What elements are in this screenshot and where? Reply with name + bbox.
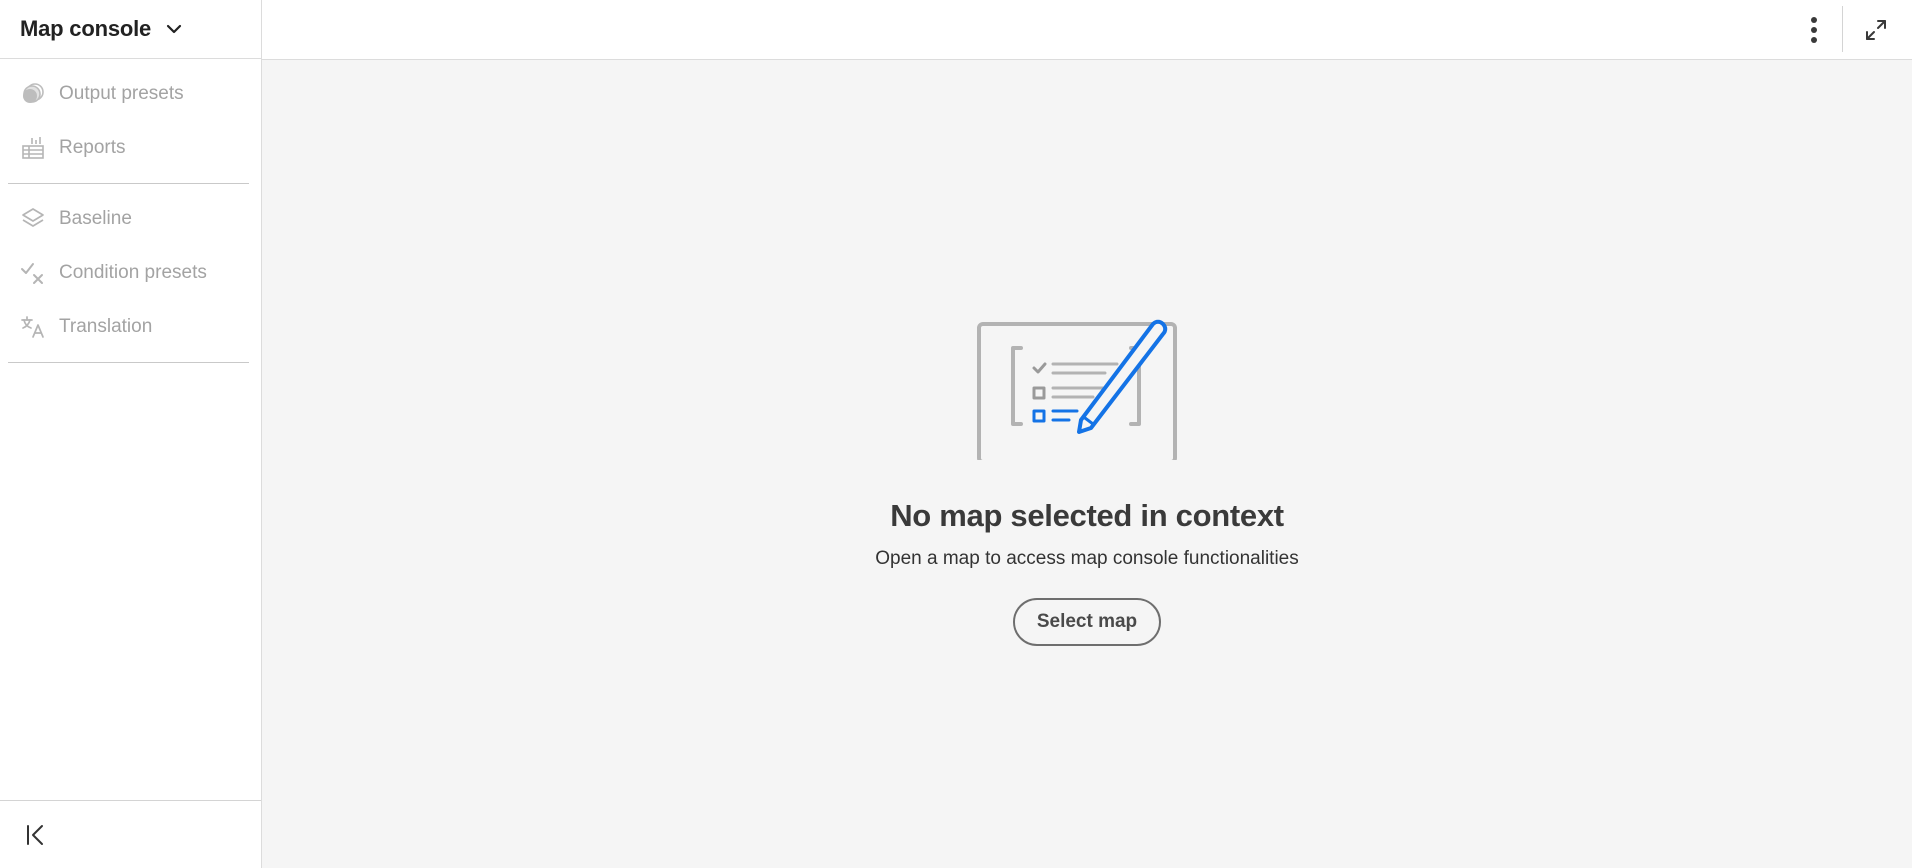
condition-icon [20,260,46,286]
sidebar-group-2: Baseline Condition presets Translation [0,184,261,362]
sidebar-divider [8,362,249,363]
more-vertical-icon[interactable] [1792,8,1836,52]
sidebar-item-condition-presets[interactable]: Condition presets [0,246,261,300]
collapse-left-icon[interactable] [20,820,50,850]
sidebar-item-reports[interactable]: Reports [0,121,261,175]
sidebar-item-label: Output presets [59,83,184,104]
map-console-dropdown[interactable]: Map console [0,0,261,59]
sidebar-item-translation[interactable]: Translation [0,300,261,354]
sidebar-footer [0,800,261,868]
checklist-pen-illustration [977,310,1197,464]
sidebar-group-1: Output presets Reports [0,59,261,183]
reports-icon [20,135,46,161]
sidebar-item-output-presets[interactable]: Output presets [0,67,261,121]
sidebar-item-label: Reports [59,137,126,158]
translate-icon [20,314,46,340]
sidebar-item-label: Baseline [59,208,132,229]
sidebar-item-label: Condition presets [59,262,207,283]
empty-state: No map selected in context Open a map to… [262,310,1912,646]
empty-state-description: Open a map to access map console functio… [875,548,1299,569]
main-content: No map selected in context Open a map to… [262,60,1912,868]
expand-icon[interactable] [1856,10,1896,50]
toolbar-divider [1842,6,1843,52]
sidebar: Map console Output presets Reports Basel… [0,0,262,868]
empty-state-title: No map selected in context [890,498,1284,533]
layers-icon [20,206,46,232]
chevron-down-icon [165,20,183,38]
sidebar-item-label: Translation [59,316,153,337]
sidebar-item-baseline[interactable]: Baseline [0,192,261,246]
select-map-button[interactable]: Select map [1012,598,1162,646]
sidebar-title: Map console [20,16,152,41]
output-presets-icon [20,81,46,107]
top-bar [262,0,1912,60]
